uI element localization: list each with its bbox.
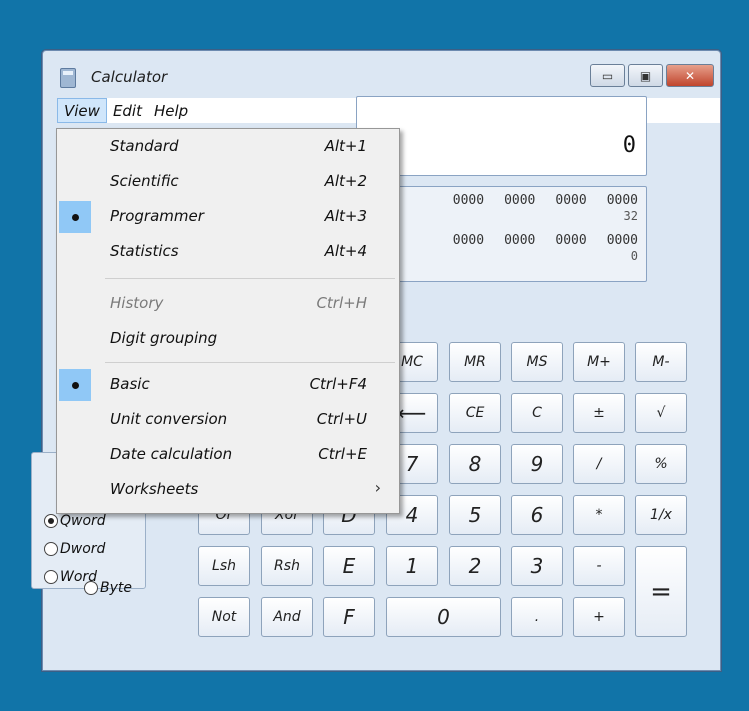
menu-separator (105, 362, 395, 363)
radio-selected-icon (44, 514, 58, 528)
and-button[interactable]: And (261, 597, 313, 637)
submenu-arrow-icon: › (374, 478, 381, 497)
radio-qword[interactable]: Qword (44, 513, 106, 529)
bullet-icon (72, 382, 79, 389)
m-plus-button[interactable]: M+ (573, 342, 625, 382)
menu-item-shortcut: Alt+1 (324, 137, 367, 155)
bit-group[interactable]: 0000 (453, 233, 484, 248)
menu-item-standard[interactable]: Standard Alt+1 (57, 129, 399, 164)
display-value: 0 (622, 133, 636, 158)
menu-item-label: Programmer (110, 207, 204, 225)
menu-edit[interactable]: Edit (107, 98, 148, 123)
reciprocal-button[interactable]: 1/x (635, 495, 687, 535)
bit-group[interactable]: 0000 (504, 193, 535, 208)
ce-button[interactable]: CE (449, 393, 501, 433)
window-title: Calculator (91, 68, 168, 86)
m-minus-button[interactable]: M- (635, 342, 687, 382)
bit-group[interactable]: 0000 (453, 193, 484, 208)
e-button[interactable]: E (323, 546, 375, 586)
radio-dword[interactable]: Dword (44, 541, 105, 557)
title-bar[interactable]: Calculator ▭ ▣ ✕ (43, 51, 720, 97)
menu-item-label: Scientific (110, 172, 179, 190)
decimal-button[interactable]: . (511, 597, 563, 637)
menu-item-label: Date calculation (110, 445, 233, 463)
three-button[interactable]: 3 (511, 546, 563, 586)
close-icon: ✕ (684, 68, 696, 83)
calculator-icon (60, 68, 76, 88)
menu-item-digit-grouping[interactable]: Digit grouping (57, 321, 399, 356)
menu-separator (105, 278, 395, 279)
six-button[interactable]: 6 (511, 495, 563, 535)
menu-item-basic[interactable]: Basic Ctrl+F4 (57, 367, 399, 402)
radio-icon (44, 570, 58, 584)
checked-indicator (59, 369, 91, 401)
two-button[interactable]: 2 (449, 546, 501, 586)
nine-button[interactable]: 9 (511, 444, 563, 484)
five-button[interactable]: 5 (449, 495, 501, 535)
menu-item-shortcut: Ctrl+H (316, 294, 367, 312)
menu-item-label: History (110, 294, 164, 312)
menu-item-statistics[interactable]: Statistics Alt+4 (57, 234, 399, 269)
bit-group[interactable]: 0000 (607, 233, 638, 248)
menu-item-shortcut: Alt+4 (324, 242, 367, 260)
menu-item-label: Unit conversion (110, 410, 228, 428)
plus-button[interactable]: + (573, 597, 625, 637)
minimize-button[interactable]: ▭ (590, 64, 625, 87)
menu-item-shortcut: Alt+2 (324, 172, 367, 190)
menu-item-unit-conversion[interactable]: Unit conversion Ctrl+U (57, 402, 399, 437)
menu-item-label: Digit grouping (110, 329, 218, 347)
percent-button[interactable]: % (635, 444, 687, 484)
radio-label: Qword (60, 513, 106, 529)
bit-group[interactable]: 0000 (555, 193, 586, 208)
menu-item-shortcut: Ctrl+E (318, 445, 367, 463)
maximize-icon: ▣ (639, 68, 652, 83)
bit-index-label: 0 (630, 249, 638, 263)
radio-icon (44, 542, 58, 556)
menu-item-shortcut: Ctrl+F4 (309, 375, 367, 393)
bit-index-label: 32 (623, 209, 638, 223)
mr-button[interactable]: MR (449, 342, 501, 382)
menu-item-programmer[interactable]: Programmer Alt+3 (57, 199, 399, 234)
close-button[interactable]: ✕ (666, 64, 714, 87)
menu-item-shortcut: Ctrl+U (316, 410, 367, 428)
radio-label: Dword (60, 541, 106, 557)
multiply-button[interactable]: * (573, 495, 625, 535)
lsh-button[interactable]: Lsh (198, 546, 250, 586)
menu-item-history: History Ctrl+H (57, 286, 399, 321)
menu-help[interactable]: Help (148, 98, 194, 123)
c-button[interactable]: C (511, 393, 563, 433)
menu-item-label: Basic (110, 375, 150, 393)
menu-view[interactable]: View (57, 98, 107, 123)
equals-button[interactable]: = (635, 546, 687, 637)
eight-button[interactable]: 8 (449, 444, 501, 484)
ms-button[interactable]: MS (511, 342, 563, 382)
minus-button[interactable]: - (573, 546, 625, 586)
maximize-button[interactable]: ▣ (628, 64, 663, 87)
not-button[interactable]: Not (198, 597, 250, 637)
minimize-icon: ▭ (601, 68, 614, 83)
plus-minus-button[interactable]: ± (573, 393, 625, 433)
menu-item-scientific[interactable]: Scientific Alt+2 (57, 164, 399, 199)
menu-item-label: Worksheets (110, 480, 199, 498)
menu-item-label: Statistics (110, 242, 179, 260)
f-button[interactable]: F (323, 597, 375, 637)
menu-item-date-calculation[interactable]: Date calculation Ctrl+E (57, 437, 399, 472)
bullet-icon (72, 214, 79, 221)
menu-item-worksheets[interactable]: Worksheets › (57, 472, 399, 507)
zero-button[interactable]: 0 (386, 597, 501, 637)
one-button[interactable]: 1 (386, 546, 438, 586)
view-menu-dropdown: Standard Alt+1 Scientific Alt+2 Programm… (56, 128, 400, 514)
radio-byte[interactable]: Byte (84, 580, 132, 596)
menu-item-shortcut: Alt+3 (324, 207, 367, 225)
bit-group[interactable]: 0000 (555, 233, 586, 248)
menu-item-label: Standard (110, 137, 179, 155)
radio-icon (84, 581, 98, 595)
radio-label: Byte (100, 580, 132, 596)
sqrt-button[interactable]: √ (635, 393, 687, 433)
rsh-button[interactable]: Rsh (261, 546, 313, 586)
bit-group[interactable]: 0000 (607, 193, 638, 208)
checked-indicator (59, 201, 91, 233)
bit-group[interactable]: 0000 (504, 233, 535, 248)
divide-button[interactable]: / (573, 444, 625, 484)
